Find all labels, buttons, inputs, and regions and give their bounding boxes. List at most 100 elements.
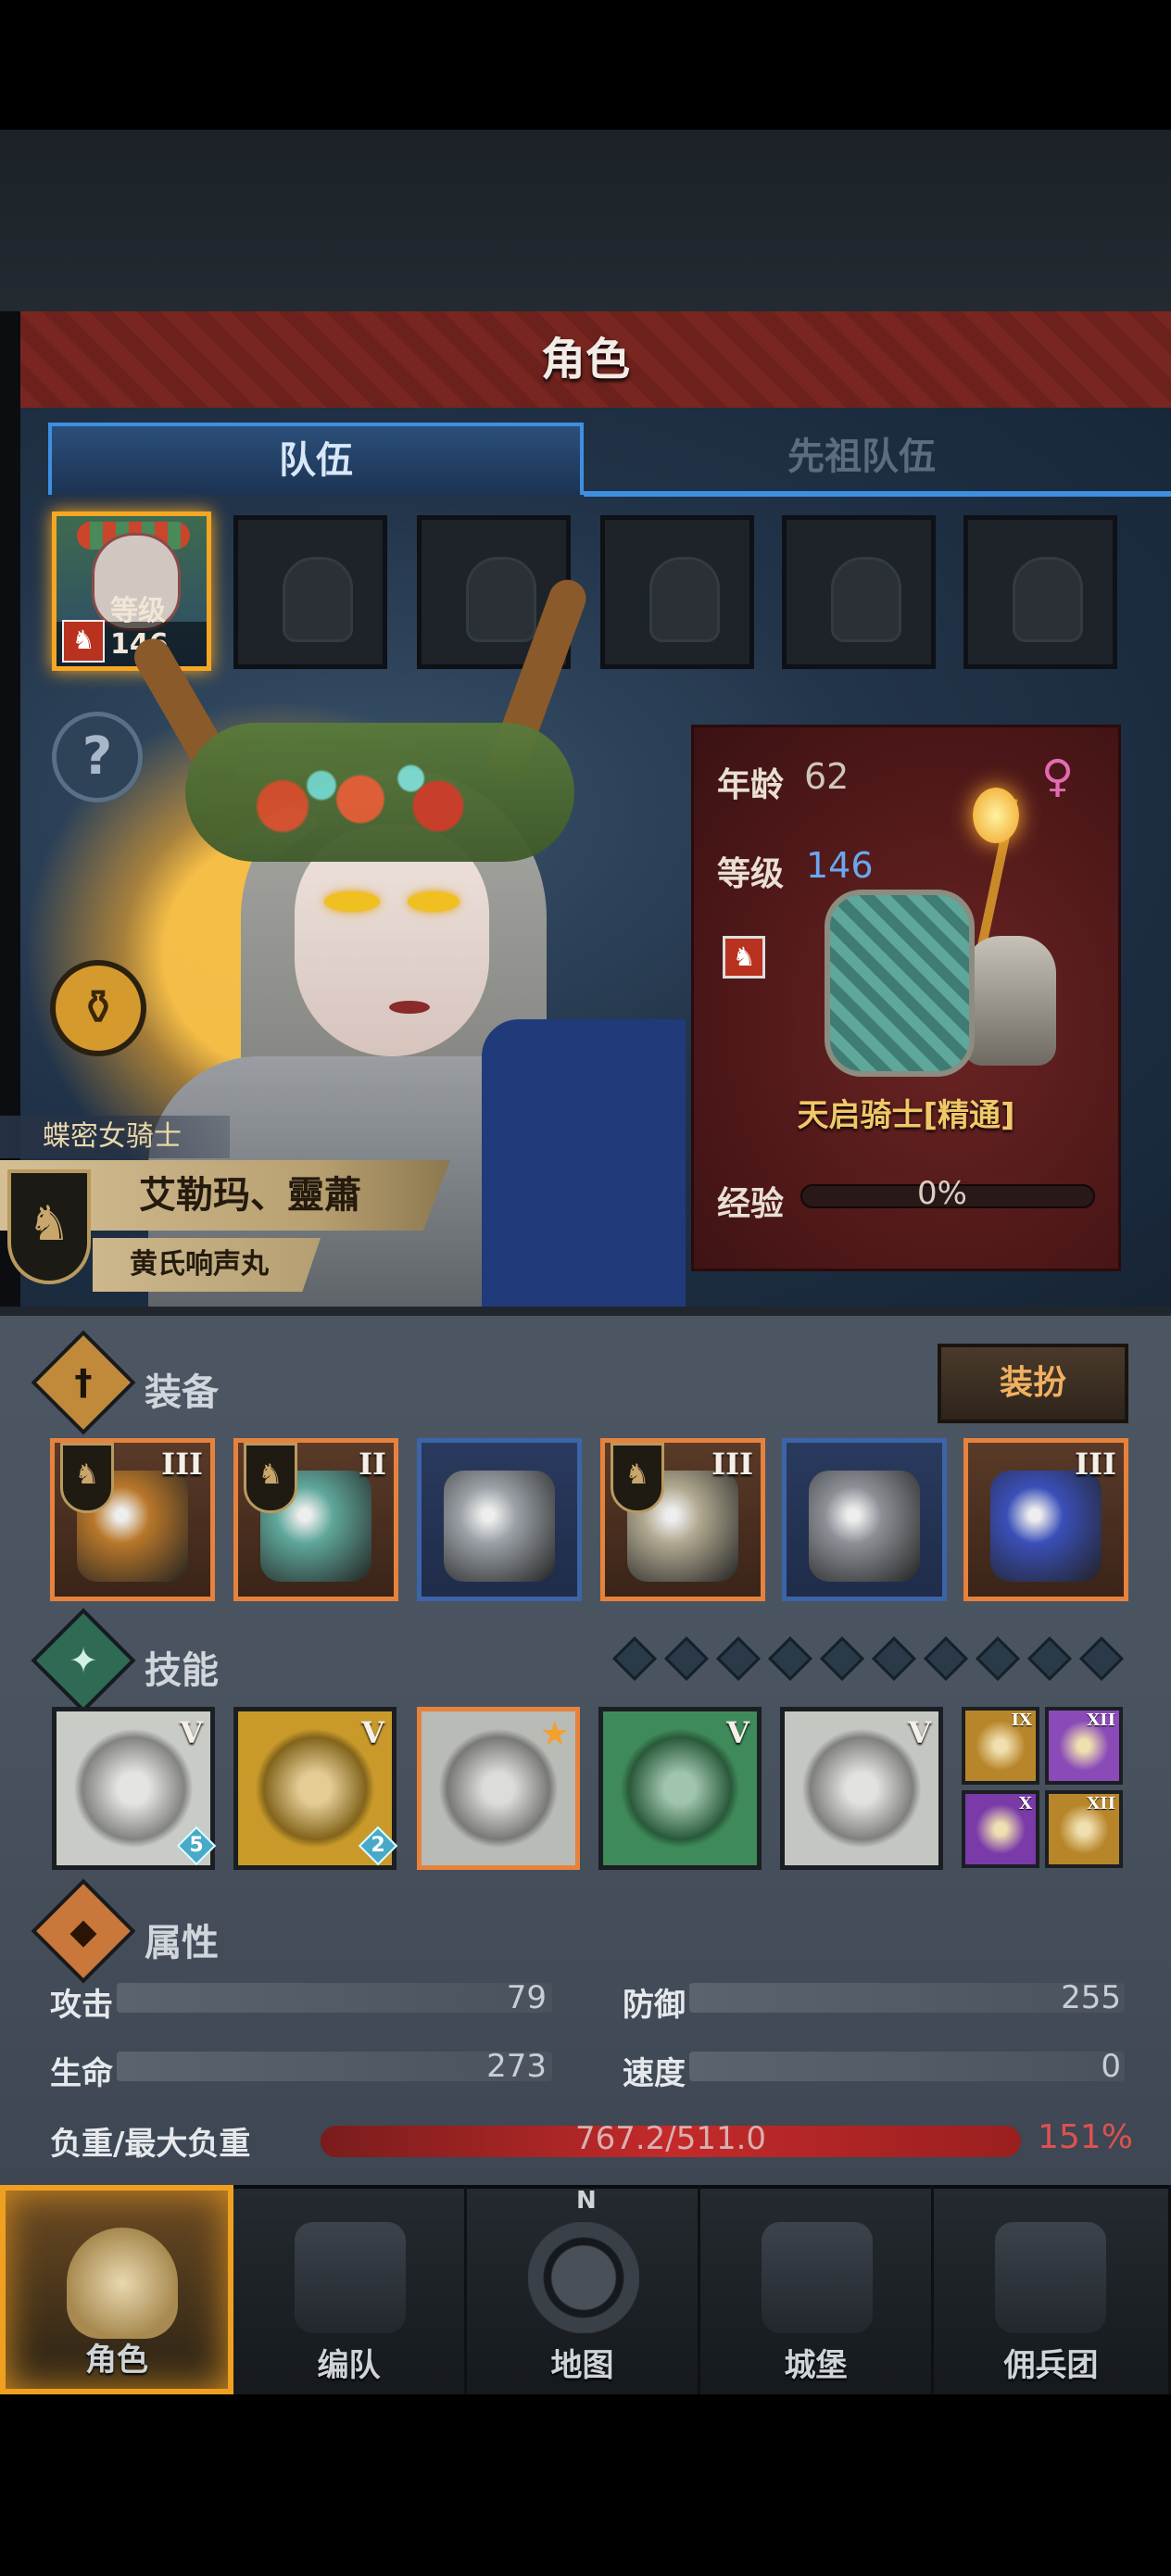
skills-label: 技能 (145, 1649, 219, 1692)
empty-helmet-icon (1013, 557, 1083, 642)
nav-label: 佣兵团 (1003, 2347, 1099, 2384)
skill-tier: V (361, 1715, 384, 1750)
attack-value: 79 (506, 1979, 547, 2016)
question-icon: ? (82, 726, 113, 787)
class-icon: ♞ (62, 620, 105, 663)
class-title: 蝶密女骑士 (43, 1120, 182, 1153)
nav-label: 地图 (550, 2347, 614, 2384)
equipment-label: 装备 (145, 1371, 219, 1414)
mini-gold-gem-icon[interactable]: XII (1045, 1790, 1123, 1868)
sword-light-icon (73, 1728, 194, 1849)
epithet-plate: 黄氏响声丸 (93, 1238, 321, 1292)
level-label: 等级 (717, 855, 785, 893)
skill-tier: V (726, 1715, 749, 1750)
mini-skill-tier: XII (1087, 1711, 1115, 1730)
mini-skill-tier: IX (1011, 1711, 1032, 1730)
skill-slot-3[interactable]: ★ (417, 1707, 580, 1870)
attributes-label: 属性 (145, 1922, 219, 1964)
helmet-icon (444, 1471, 555, 1582)
faction-glyph: ♞ (624, 1458, 650, 1491)
defense-value: 255 (1061, 1979, 1121, 2016)
faction-glyph: ♞ (258, 1458, 283, 1491)
skill-slot-1[interactable]: V5 (52, 1707, 217, 1870)
tab-ancestor-team[interactable]: 先祖队伍 (584, 423, 1140, 495)
top-band (0, 130, 1171, 311)
equipment-slot-3[interactable] (417, 1438, 582, 1601)
target-icon (620, 1728, 740, 1849)
equipment-slot-1[interactable]: ♞ III (50, 1438, 215, 1601)
flower-crown (185, 723, 574, 862)
speed-label: 速度 (623, 2055, 686, 2092)
party-slot-4[interactable] (600, 515, 754, 669)
party-slot-1[interactable]: ♞ 等级146 (52, 511, 211, 671)
nav-castle[interactable]: 城堡 (700, 2185, 934, 2394)
nav-mercenary[interactable]: 佣兵团 (934, 2185, 1171, 2394)
level-value: 146 (806, 845, 874, 886)
female-icon: ♀ (1041, 751, 1075, 802)
helmet-nav-icon (295, 2222, 406, 2333)
skill-tier: V (180, 1715, 203, 1750)
skill-tier: V (908, 1715, 931, 1750)
empty-helmet-icon (649, 557, 720, 642)
character-mouth (389, 1001, 430, 1014)
star-icon: ✦ (69, 1640, 98, 1681)
load-percent: 151% (1038, 2118, 1133, 2156)
knight-icon (67, 2228, 178, 2339)
character-eye-right (408, 891, 460, 912)
mini-gold-skill-icon[interactable]: IX (962, 1707, 1039, 1785)
nav-label: 城堡 (784, 2347, 848, 2384)
tab-team[interactable]: 队伍 (48, 423, 584, 495)
top-black-bar (0, 0, 1171, 130)
equipment-tier: III (161, 1446, 203, 1482)
load-label: 负重/最大负重 (50, 2126, 251, 2163)
skill-slot-2[interactable]: V2 (233, 1707, 398, 1870)
dress-up-button[interactable]: 装扮 (938, 1344, 1128, 1423)
equipment-tier: II (359, 1446, 386, 1482)
party-slot-6[interactable] (963, 515, 1117, 669)
load-value: 767.2/511.0 (574, 2120, 767, 2157)
faction-shield-icon: ♞ (7, 1169, 91, 1284)
skill-slot-4[interactable]: V (598, 1707, 762, 1870)
mercenary-icon (995, 2222, 1106, 2333)
skill-level-number: 2 (371, 1834, 385, 1857)
star-icon: ★ (539, 1715, 570, 1753)
nav-compass[interactable]: 地图 (467, 2185, 700, 2394)
character-epithet: 黄氏响声丸 (130, 1248, 269, 1281)
nav-helmet-nav[interactable]: 编队 (233, 2185, 467, 2394)
class-title-tag: 蝶密女骑士 (0, 1116, 230, 1158)
knight-horse (963, 936, 1056, 1066)
equipment-slot-5[interactable] (782, 1438, 947, 1601)
mini-purple-target-icon[interactable]: X (962, 1790, 1039, 1868)
help-button[interactable]: ? (52, 712, 143, 802)
defense-label: 防御 (623, 1987, 686, 2024)
attack-label: 攻击 (50, 1987, 113, 2024)
age-label: 年龄 (717, 766, 785, 804)
tab-underline (584, 491, 1171, 497)
unit-class-name: 天启骑士[精通] (797, 1097, 1015, 1134)
empty-helmet-icon (466, 557, 536, 642)
orb-icon (990, 1471, 1102, 1582)
tab-team-label: 队伍 (279, 439, 353, 482)
potion-icon: ⚱ (78, 980, 119, 1036)
exp-label: 经验 (717, 1185, 785, 1223)
mini-skill-tier: X (1019, 1794, 1032, 1813)
equipment-slot-6[interactable]: III (963, 1438, 1128, 1601)
skill-slot-5[interactable]: V (780, 1707, 943, 1870)
equipment-slot-4[interactable]: ♞ III (600, 1438, 765, 1601)
faction-badge-icon: ♞ (244, 1443, 297, 1513)
crystal-hand-icon (801, 1728, 922, 1849)
hp-value: 273 (486, 2048, 547, 2085)
empty-helmet-icon (831, 557, 901, 642)
party-slot-5[interactable] (782, 515, 936, 669)
party-slot-2[interactable] (233, 515, 387, 669)
equipment-slot-2[interactable]: ♞ II (233, 1438, 398, 1601)
class-icon: ♞ (723, 936, 765, 979)
dress-up-label: 装扮 (999, 1364, 1066, 1402)
drop-icon: ◆ (69, 1911, 97, 1951)
potion-button[interactable]: ⚱ (50, 960, 146, 1056)
skill-level-number: 5 (189, 1834, 204, 1857)
knight-shield (825, 890, 975, 1077)
class-icon-glyph: ♞ (71, 625, 95, 655)
mini-purple-staff-icon[interactable]: XII (1045, 1707, 1123, 1785)
nav-knight[interactable]: 角色 (0, 2185, 233, 2394)
